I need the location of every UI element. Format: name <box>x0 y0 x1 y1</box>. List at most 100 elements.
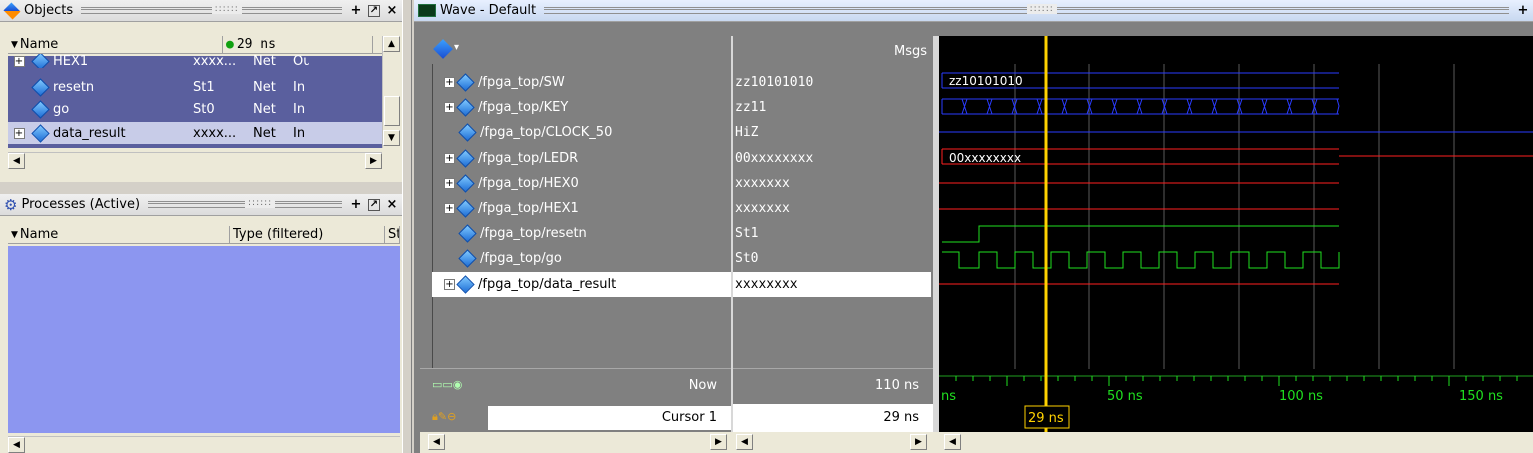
expand-icon[interactable]: + <box>444 153 455 164</box>
expand-icon[interactable]: + <box>13 55 25 67</box>
now-label: Now <box>688 378 717 393</box>
cursor-tools-icon[interactable]: ▭▭◉ <box>432 378 462 391</box>
processes-drag-grip[interactable]: :::::: <box>148 198 342 208</box>
now-row: ▭▭◉ Now <box>420 368 731 400</box>
signal-row-clock50[interactable]: /fpga_top/CLOCK_50 <box>432 120 732 145</box>
signal-bus-icon <box>456 149 475 168</box>
scroll-left-icon[interactable]: ◀ <box>736 434 753 450</box>
cursor-row[interactable]: 🔒︎✎⊖ Cursor 1 <box>420 404 731 432</box>
signal-bus-icon <box>456 73 475 92</box>
expand-icon[interactable]: + <box>444 203 455 214</box>
processes-title: Processes (Active) <box>21 197 141 212</box>
tick-label: ns <box>941 389 956 404</box>
signal-row-hex0[interactable]: +/fpga_top/HEX0 <box>432 171 732 196</box>
objects-titlebar[interactable]: Objects :::::: + ↗ × <box>0 0 402 22</box>
signal-value: xxxxxxx <box>735 201 790 216</box>
scroll-down-icon[interactable]: ▼ <box>383 130 400 146</box>
processes-panel: ⚙ Processes (Active) :::::: + ↗ × ▼ Name … <box>0 194 402 453</box>
processes-header: ▼Name Type (filtered) St <box>8 226 400 244</box>
undock-icon[interactable]: ↗ <box>368 198 380 211</box>
wave-titlebar[interactable]: Wave - Default :::::: + <box>414 0 1533 22</box>
undock-icon[interactable]: ↗ <box>368 4 380 17</box>
signal-bus-icon <box>456 199 475 218</box>
expand-icon[interactable]: + <box>444 77 455 88</box>
signal-value: xxxxxxx <box>735 176 790 191</box>
objects-time-field[interactable]: ● 29 ns <box>223 36 373 53</box>
dropdown-icon[interactable]: ▾ <box>454 42 459 53</box>
status-dot-icon: ● <box>226 37 234 52</box>
wave-drag-grip[interactable]: :::::: <box>544 4 1509 14</box>
signal-bus-icon <box>456 174 475 193</box>
expand-icon[interactable]: + <box>444 102 455 113</box>
gear-icon: ⚙ <box>4 195 18 214</box>
processes-list[interactable] <box>8 246 400 433</box>
objects-vscroll[interactable]: ▲ ▼ <box>382 36 400 148</box>
add-wave-icon[interactable] <box>433 39 453 59</box>
signal-row-key[interactable]: +/fpga_top/KEY <box>432 95 732 120</box>
signal-row-ledr[interactable]: +/fpga_top/LEDR <box>432 146 732 171</box>
signal-icon <box>458 224 477 243</box>
scroll-left-icon[interactable]: ◀ <box>8 437 25 453</box>
scroll-right-icon[interactable]: ▶ <box>365 153 382 169</box>
now-value: 110 ns <box>733 368 933 400</box>
signal-row-resetn[interactable]: /fpga_top/resetn <box>432 221 732 246</box>
dock-plus-icon[interactable]: + <box>1515 3 1531 19</box>
signal-bus-icon <box>456 98 475 117</box>
signal-row-hex1[interactable]: +/fpga_top/HEX1 <box>432 196 732 221</box>
scroll-left-icon[interactable]: ◀ <box>8 153 25 169</box>
scroll-right-icon[interactable]: ▶ <box>710 434 727 450</box>
expand-icon[interactable]: + <box>444 178 455 189</box>
processes-hscroll[interactable]: ◀ <box>8 436 400 453</box>
net-bus-icon <box>31 123 50 143</box>
processes-col-name[interactable]: ▼ Name <box>8 226 230 243</box>
wave-signal-toolbar: ▾ <box>420 36 732 64</box>
cursor-marker: 29 ns <box>1028 411 1064 426</box>
signal-value: 00xxxxxxxx <box>735 151 814 166</box>
tick-label: 100 ns <box>1279 389 1323 404</box>
net-icon <box>31 99 50 119</box>
scroll-up-icon[interactable]: ▲ <box>383 36 400 52</box>
objects-icon <box>3 2 21 19</box>
objects-drag-grip[interactable]: :::::: <box>81 4 342 14</box>
processes-col-type[interactable]: Type (filtered) <box>230 226 385 243</box>
dock-plus-icon[interactable]: + <box>348 197 364 213</box>
msgs-header: Msgs <box>733 36 933 64</box>
pane-splitter[interactable] <box>402 0 412 453</box>
cursor-label: Cursor 1 <box>661 410 717 425</box>
expand-icon[interactable]: + <box>444 279 455 290</box>
objects-row-go[interactable]: go St0 Net In <box>8 98 384 120</box>
wave-sw-label: zz10101010 <box>949 74 1023 88</box>
scroll-left-icon[interactable]: ◀ <box>944 434 961 450</box>
signal-icon <box>458 123 477 142</box>
net-bus-icon <box>31 54 50 68</box>
processes-col-state[interactable]: St <box>385 226 400 243</box>
lock-icon[interactable]: 🔒︎✎⊖ <box>432 410 456 424</box>
wave-window-icon <box>418 4 436 17</box>
objects-title: Objects <box>24 3 74 18</box>
signal-bus-icon <box>456 275 475 294</box>
close-icon[interactable]: × <box>384 197 400 213</box>
signal-value: zz10101010 <box>735 75 814 90</box>
signal-row-go[interactable]: /fpga_top/go <box>432 246 732 271</box>
wave-title: Wave - Default <box>440 3 537 18</box>
objects-row-hex1[interactable]: + HEX1 xxxx... Net Ou <box>8 54 384 68</box>
scroll-left-icon[interactable]: ◀ <box>428 434 445 450</box>
waveform-canvas[interactable]: zz10101010 00xxxxxxxx ns 50 ns 100 ns 15… <box>939 36 1533 432</box>
objects-row-resetn[interactable]: resetn St1 Net In <box>8 76 384 98</box>
signal-row-sw[interactable]: +/fpga_top/SW <box>432 70 732 95</box>
signal-row-data-result[interactable]: +/fpga_top/data_result <box>432 272 731 297</box>
dock-plus-icon[interactable]: + <box>348 3 364 19</box>
scroll-right-icon[interactable]: ▶ <box>910 434 927 450</box>
objects-header: ▼ Name ● 29 ns <box>8 36 400 54</box>
objects-row-data-result[interactable]: + data_result xxxx... Net In <box>8 122 384 144</box>
net-icon <box>31 77 50 97</box>
cursor-value: 29 ns <box>733 404 933 432</box>
wave-hscroll[interactable]: ◀ ▶ ◀ ▶ ◀ <box>420 432 1533 453</box>
close-icon[interactable]: × <box>384 3 400 19</box>
processes-titlebar[interactable]: ⚙ Processes (Active) :::::: + ↗ × <box>0 194 402 216</box>
expand-icon[interactable]: + <box>13 127 25 139</box>
objects-col-name[interactable]: ▼ Name <box>8 36 223 53</box>
tick-label: 150 ns <box>1459 389 1503 404</box>
objects-hscroll[interactable]: ◀ ▶ <box>8 152 382 169</box>
signal-value: zz11 <box>735 100 767 115</box>
